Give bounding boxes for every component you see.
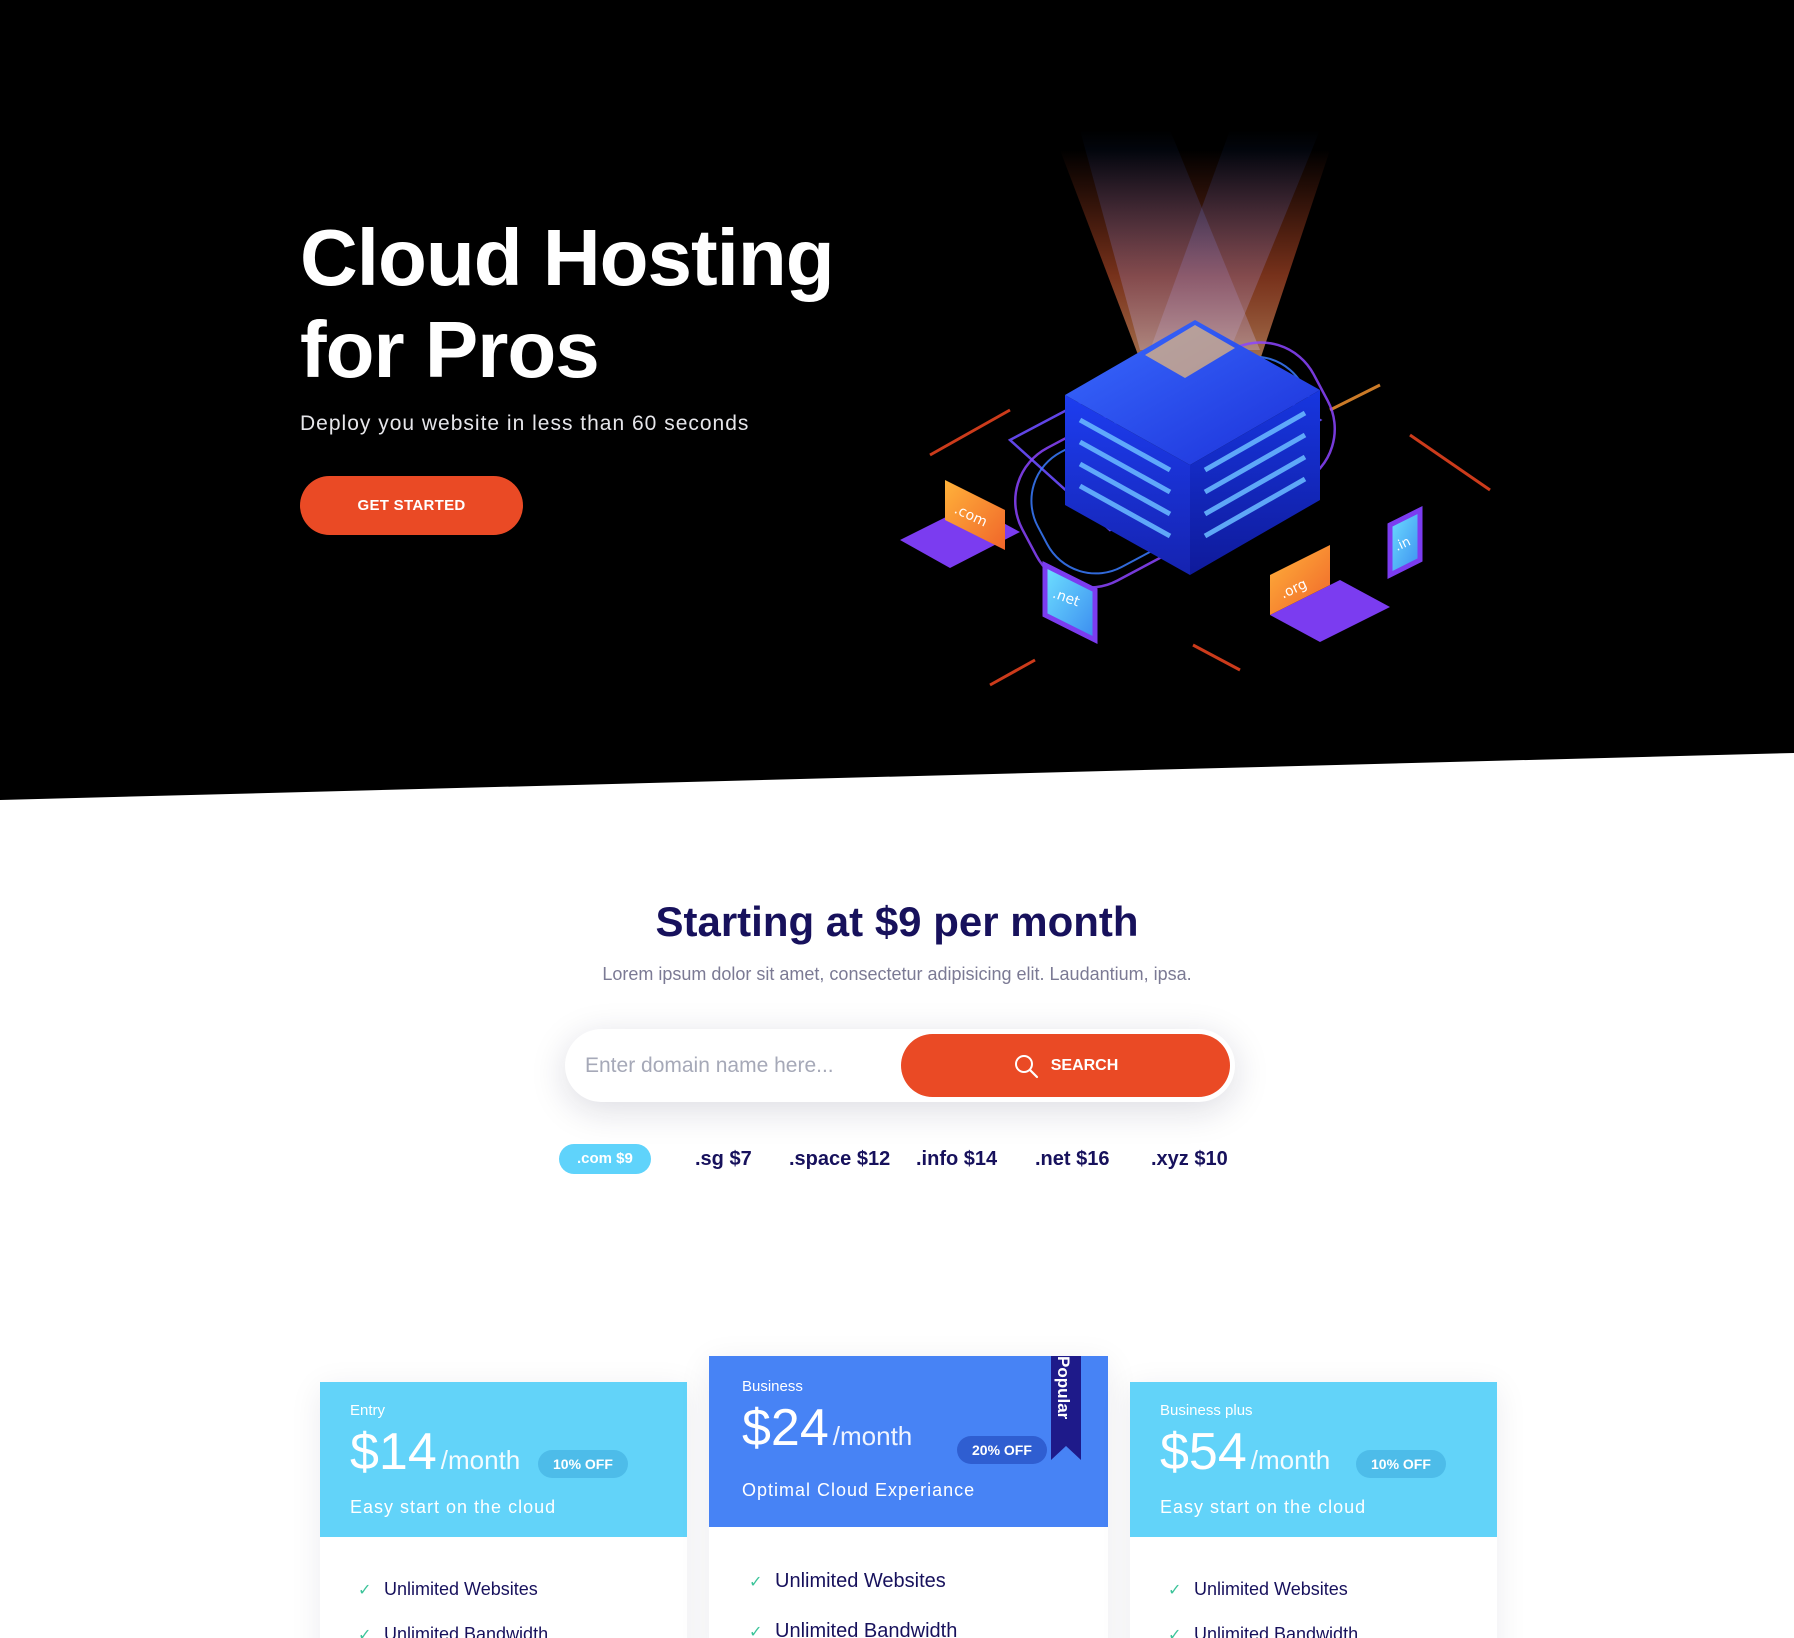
discount-badge: 10% OFF <box>538 1450 628 1478</box>
plan-card-business[interactable]: Business $24/month 20% OFF Optimal Cloud… <box>709 1356 1108 1638</box>
check-icon: ✓ <box>1168 1581 1182 1599</box>
check-icon: ✓ <box>749 1623 763 1638</box>
search-icon <box>1014 1054 1038 1078</box>
hero-section: Cloud Hosting for Pros Deploy you websit… <box>0 0 1794 800</box>
check-icon: ✓ <box>358 1626 372 1638</box>
domain-tag-net[interactable]: .net $16 <box>1035 1144 1109 1174</box>
streak-2 <box>1409 433 1491 492</box>
server-illustration: .com .net .org .in <box>900 130 1491 687</box>
check-icon: ✓ <box>1168 1626 1182 1638</box>
plan-price-value: $24 <box>742 1399 829 1457</box>
feature-label: Unlimited Websites <box>384 1579 538 1599</box>
streak-5 <box>1329 383 1381 412</box>
plan-name: Business <box>742 1378 803 1395</box>
plan-tagline: Easy start on the cloud <box>1160 1497 1367 1517</box>
plan-card-header: Business plus $54/month 10% OFF Easy sta… <box>1130 1382 1497 1537</box>
hero-title-line-1: Cloud Hosting <box>300 213 835 302</box>
plan-price-value: $14 <box>350 1423 437 1481</box>
feature-item: ✓ Unlimited Websites <box>749 1570 946 1593</box>
discount-badge: 10% OFF <box>1356 1450 1446 1478</box>
domain-search-input[interactable] <box>583 1043 883 1088</box>
check-icon: ✓ <box>358 1581 372 1599</box>
feature-item: ✓ Unlimited Bandwidth <box>358 1624 548 1638</box>
plan-name: Entry <box>350 1402 386 1419</box>
feature-item: ✓ Unlimited Bandwidth <box>749 1620 957 1638</box>
streak-3 <box>989 658 1036 687</box>
feature-label: Unlimited Websites <box>1194 1579 1348 1599</box>
discount-badge: 20% OFF <box>957 1436 1047 1464</box>
domain-tag-com[interactable]: .com $9 <box>559 1144 651 1174</box>
plan-card-entry[interactable]: Entry $14/month 10% OFF Easy start on th… <box>320 1382 687 1638</box>
plan-price-period: /month <box>832 1421 913 1451</box>
hero-subtitle: Deploy you website in less than 60 secon… <box>300 412 750 435</box>
domain-tag-xyz[interactable]: .xyz $10 <box>1151 1144 1228 1174</box>
plan-price-period: /month <box>440 1445 521 1475</box>
get-started-button[interactable]: GET STARTED <box>300 476 523 535</box>
plan-name: Business plus <box>1160 1402 1253 1419</box>
domain-search-bar: SEARCH <box>565 1029 1235 1102</box>
hero-title: Cloud Hosting for Pros <box>300 212 940 396</box>
feature-item: ✓ Unlimited Websites <box>1168 1579 1348 1600</box>
plan-price-value: $54 <box>1160 1423 1247 1481</box>
pricing-title: Starting at $9 per month <box>655 898 1139 945</box>
feature-item: ✓ Unlimited Websites <box>358 1579 538 1600</box>
check-icon: ✓ <box>749 1573 763 1591</box>
page: Cloud Hosting for Pros Deploy you websit… <box>0 0 1794 1638</box>
streak-1 <box>929 408 1011 457</box>
feature-label: Unlimited Websites <box>775 1570 946 1592</box>
domain-tag-space[interactable]: .space $12 <box>789 1144 890 1174</box>
plan-tagline: Optimal Cloud Experiance <box>742 1480 976 1500</box>
feature-label: Unlimited Bandwidth <box>775 1620 958 1638</box>
domain-tag-sg[interactable]: .sg $7 <box>695 1144 752 1174</box>
search-button-label: SEARCH <box>1050 1056 1119 1074</box>
pricing-subtitle: Lorem ipsum dolor sit amet, consectetur … <box>602 964 1192 984</box>
plan-card-business-plus[interactable]: Business plus $54/month 10% OFF Easy sta… <box>1130 1382 1497 1638</box>
popular-ribbon: Popular <box>1051 1356 1081 1460</box>
hero-title-line-2: for Pros <box>300 305 600 394</box>
plan-card-header: Business $24/month 20% OFF Optimal Cloud… <box>709 1356 1108 1527</box>
plan-card-header: Entry $14/month 10% OFF Easy start on th… <box>320 1382 687 1537</box>
plan-price: $54/month <box>1160 1422 1330 1482</box>
plan-price: $14/month <box>350 1422 520 1482</box>
feature-item: ✓ Unlimited Bandwidth <box>1168 1624 1358 1638</box>
feature-label: Unlimited Bandwidth <box>384 1624 549 1638</box>
domain-tag-info[interactable]: .info $14 <box>916 1144 997 1174</box>
feature-label: Unlimited Bandwidth <box>1194 1624 1359 1638</box>
plan-price: $24/month <box>742 1398 912 1458</box>
streak-4 <box>1192 643 1241 672</box>
plan-tagline: Easy start on the cloud <box>350 1497 557 1517</box>
ribbon-label: Popular <box>1054 1356 1073 1420</box>
plan-price-period: /month <box>1250 1445 1331 1475</box>
search-button[interactable]: SEARCH <box>901 1034 1230 1097</box>
